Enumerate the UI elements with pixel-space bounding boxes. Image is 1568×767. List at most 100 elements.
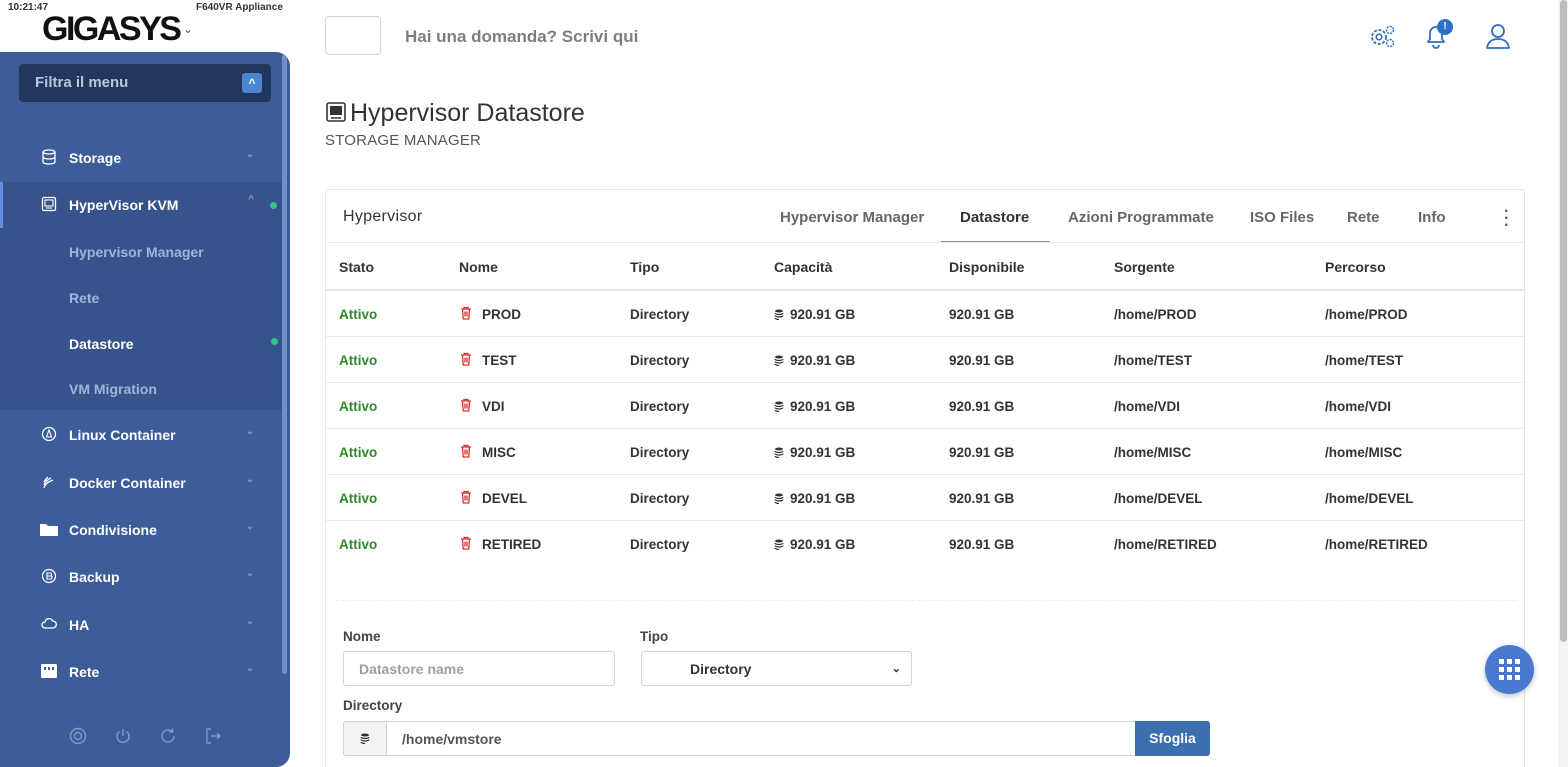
chevron-down-icon[interactable]: ⌄ (183, 22, 193, 36)
settings-gears-icon[interactable] (1367, 22, 1397, 52)
chevron-down-icon: ⌄ (245, 663, 254, 674)
sidebar-item-rete[interactable]: Rete ⌄ (0, 649, 282, 695)
datastore-type: Directory (630, 307, 690, 322)
available: 920.91 GB (949, 537, 1015, 552)
table-row[interactable]: Attivo MISC Directory 920.91 GB 920.91 G… (326, 429, 1524, 475)
status-text: Attivo (339, 353, 378, 368)
sidebar-subitem-datastore[interactable]: Datastore (69, 336, 134, 352)
capacity-value: 920.91 GB (790, 445, 856, 460)
page-scrollbar-thumb[interactable] (1560, 0, 1567, 642)
capacity: 920.91 GB (774, 353, 855, 368)
trash-icon[interactable] (460, 306, 472, 320)
target-path: /home/RETIRED (1325, 537, 1428, 552)
table-row[interactable]: Attivo DEVEL Directory 920.91 GB 920.91 … (326, 475, 1524, 521)
docker-icon (40, 474, 58, 492)
network-icon (40, 663, 58, 681)
table-row[interactable]: Attivo VDI Directory 920.91 GB 920.91 GB… (326, 383, 1524, 429)
logout-icon[interactable] (202, 727, 224, 749)
backup-icon (40, 568, 58, 586)
table-row[interactable]: Attivo PROD Directory 920.91 GB 920.91 G… (326, 291, 1524, 337)
column-header-disponibile[interactable]: Disponibile (949, 259, 1024, 275)
available: 920.91 GB (949, 491, 1015, 506)
trash-icon[interactable] (460, 444, 472, 458)
trash-icon[interactable] (460, 490, 472, 504)
trash-icon[interactable] (460, 352, 472, 366)
status-text: Attivo (339, 491, 378, 506)
source-path: /home/PROD (1114, 307, 1197, 322)
available: 920.91 GB (949, 307, 1015, 322)
capacity: 920.91 GB (774, 491, 855, 506)
column-header-nome[interactable]: Nome (459, 259, 498, 275)
tab-hypervisor-manager[interactable]: Hypervisor Manager (780, 209, 924, 226)
sidebar-subitem-vm-migration[interactable]: VM Migration (69, 381, 157, 397)
tab-rete[interactable]: Rete (1347, 209, 1380, 226)
datastore-name-input[interactable]: Datastore name (343, 651, 615, 686)
sidebar-item-storage[interactable]: Storage ⌄ (0, 135, 282, 181)
power-icon[interactable] (112, 727, 134, 749)
target-path: /home/MISC (1325, 445, 1403, 460)
available: 920.91 GB (949, 445, 1015, 460)
column-header-stato[interactable]: Stato (339, 259, 374, 275)
lifebuoy-icon[interactable] (67, 727, 89, 749)
datastore-type: Directory (630, 491, 690, 506)
menu-filter-input[interactable]: Filtra il menu ^ (19, 64, 271, 102)
datastore-name: RETIRED (482, 537, 542, 552)
column-header-sorgente[interactable]: Sorgente (1114, 259, 1175, 275)
online-dot (270, 202, 277, 209)
trash-icon[interactable] (460, 398, 472, 412)
server-icon (325, 101, 347, 123)
target-path: /home/DEVEL (1325, 491, 1414, 506)
table-row[interactable]: Attivo TEST Directory 920.91 GB 920.91 G… (326, 337, 1524, 383)
tab-info[interactable]: Info (1418, 209, 1446, 226)
column-header-tipo[interactable]: Tipo (630, 259, 659, 275)
tab-datastore[interactable]: Datastore (960, 209, 1029, 226)
logo[interactable]: GIGASYS (42, 10, 182, 49)
table-row[interactable]: Attivo RETIRED Directory 920.91 GB 920.9… (326, 521, 1524, 567)
sidebar-item-docker-container[interactable]: Docker Container ⌄ (0, 460, 282, 506)
database-icon (774, 355, 784, 366)
kebab-menu-icon[interactable]: · · · (1504, 204, 1509, 234)
capacity-value: 920.91 GB (790, 491, 856, 506)
tab-azioni-programmate[interactable]: Azioni Programmate (1068, 209, 1214, 226)
sidebar: Filtra il menu ^ Storage ⌄ HyperVisor KV… (0, 52, 290, 767)
divider (326, 242, 1524, 243)
database-icon (774, 401, 784, 412)
target-path: /home/PROD (1325, 307, 1408, 322)
datastore-name: VDI (482, 399, 505, 414)
sidebar-scrollbar[interactable] (282, 54, 287, 674)
sidebar-item-backup[interactable]: Backup ⌄ (0, 554, 282, 600)
sidebar-item-condivisione[interactable]: Condivisione ⌄ (0, 507, 282, 553)
ask-question-input[interactable]: Hai una domanda? Scrivi qui (405, 27, 638, 47)
chevron-up-icon[interactable]: ^ (242, 73, 262, 93)
capacity-value: 920.91 GB (790, 307, 856, 322)
sidebar-item-label: Docker Container (69, 475, 186, 491)
status-text: Attivo (339, 445, 378, 460)
source-path: /home/TEST (1114, 353, 1193, 368)
monitor-icon (40, 196, 58, 214)
sidebar-item-ha[interactable]: HA ⌄ (0, 602, 282, 648)
tipo-select[interactable]: Directory ⌄ (641, 651, 912, 686)
user-icon[interactable] (1484, 22, 1514, 52)
app-grid-button[interactable] (1485, 645, 1534, 694)
database-icon (360, 733, 370, 745)
trash-icon[interactable] (460, 536, 472, 550)
status-text: Attivo (339, 399, 378, 414)
page-title-text: Hypervisor Datastore (350, 99, 585, 127)
sidebar-item-hypervisor-kvm[interactable]: HyperVisor KVM ^ (0, 182, 282, 228)
browse-button[interactable]: Sfoglia (1135, 721, 1210, 756)
sidebar-subitem-rete[interactable]: Rete (69, 290, 99, 306)
directory-input[interactable]: /home/vmstore (386, 721, 1136, 756)
refresh-icon[interactable] (157, 727, 179, 749)
sidebar-item-linux-container[interactable]: Linux Container ⌄ (0, 412, 282, 458)
sidebar-footer (0, 709, 282, 767)
sidebar-item-label: HyperVisor KVM (69, 197, 179, 213)
column-header-percorso[interactable]: Percorso (1325, 259, 1386, 275)
sidebar-subitem-hypervisor-manager[interactable]: Hypervisor Manager (69, 244, 204, 260)
tab-iso-files[interactable]: ISO Files (1250, 209, 1314, 226)
capacity-value: 920.91 GB (790, 537, 856, 552)
search-box[interactable] (325, 16, 381, 55)
chevron-down-icon: ⌄ (245, 616, 254, 627)
database-icon (774, 493, 784, 504)
capacity: 920.91 GB (774, 307, 855, 322)
column-header-capacita[interactable]: Capacità (774, 259, 832, 275)
